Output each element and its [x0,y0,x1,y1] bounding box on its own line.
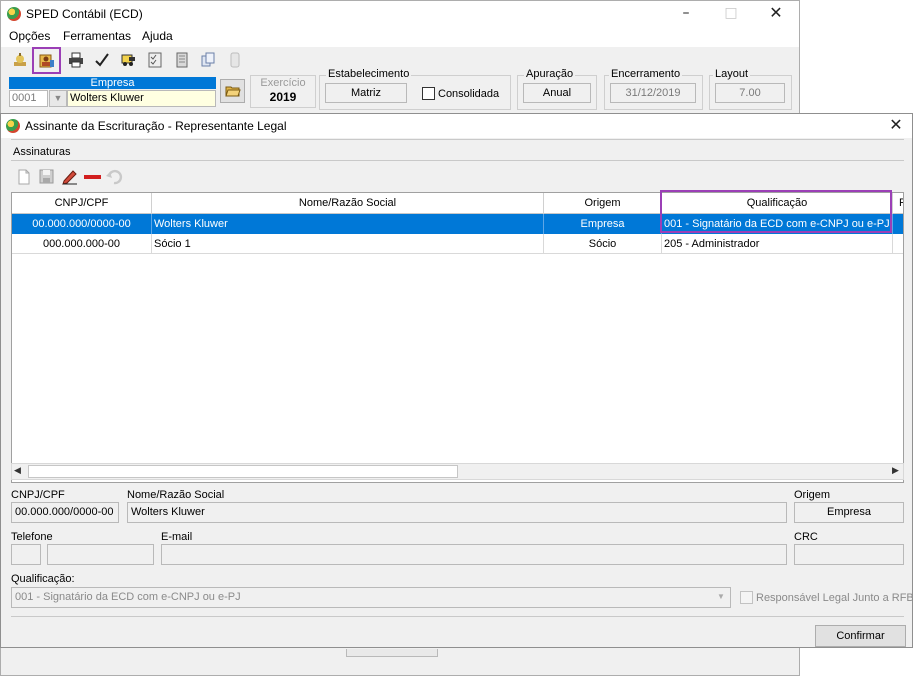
encerramento-field: 31/12/2019 [610,83,696,103]
car-icon[interactable] [117,49,139,71]
qualificacao-label: Qualificação: [11,573,75,585]
email-label: E-mail [161,531,193,543]
empresa-code-field[interactable]: 0001 [9,90,48,107]
dialog-titlebar: Assinante da Escrituração - Representant… [1,114,912,138]
responsavel-checkbox[interactable] [740,591,753,604]
app-logo-icon [7,7,21,21]
dialog-logo-icon [6,119,20,133]
col-r-header[interactable]: R [893,193,903,214]
save-icon[interactable] [39,169,54,184]
menu-ferramentas[interactable]: Ferramentas [63,29,131,43]
edit-pencil-icon[interactable] [61,168,79,185]
section-separator [11,160,904,161]
telefone-ddd-field[interactable] [11,544,41,565]
empresa-name-field[interactable]: Wolters Kluwer [67,90,216,107]
row-nome: Sócio 1 [152,234,544,254]
assinaturas-section-label: Assinaturas [13,146,71,158]
exercicio-label: Exercício [260,77,306,89]
qualificacao-highlight-box [660,190,892,233]
grid-horizontal-scrollbar[interactable]: ◀ ▶ [11,463,904,480]
bottom-separator [11,616,904,617]
row-origem: Empresa [544,214,662,234]
crc-label: CRC [794,531,818,543]
dialog-close-icon[interactable]: ✕ [887,117,905,133]
exercicio-value: 2019 [269,90,297,104]
col-cnpj-header[interactable]: CNPJ/CPF [12,193,152,214]
empresa-header: Empresa [9,77,216,89]
estabelecimento-label: Estabelecimento [326,68,412,80]
main-titlebar: SPED Contábil (ECD) – □ ✕ [1,1,799,27]
table-row[interactable]: 000.000.000-00 Sócio 1 Sócio 205 - Admin… [12,234,903,254]
representante-legal-dialog: Assinante da Escrituração - Representant… [0,113,913,648]
layout-field: 7.00 [715,83,785,103]
apuracao-label: Apuração [524,68,576,80]
empresa-dropdown-icon[interactable]: ▼ [49,90,67,107]
dialog-title: Assinante da Escrituração - Representant… [25,119,287,133]
open-folder-button[interactable] [220,79,245,103]
minimize-icon[interactable]: – [677,6,695,20]
signatarios-grid: CNPJ/CPF Nome/Razão Social Origem Qualif… [11,192,904,483]
apuracao-field: Anual [523,83,591,103]
mobile-icon[interactable] [224,49,246,71]
telefone-field[interactable] [47,544,154,565]
maximize-icon[interactable]: □ [722,6,740,20]
menu-opcoes[interactable]: Opções [9,29,50,43]
consolidada-label: Consolidada [438,88,500,100]
book-icon[interactable] [171,49,193,71]
checklist-icon[interactable] [144,49,166,71]
scroll-right-icon[interactable]: ▶ [892,465,899,476]
remove-icon[interactable] [84,175,101,179]
open-folder-icon [224,86,241,97]
print-icon[interactable] [65,49,87,71]
origem-label: Origem [794,489,831,501]
copy-icon[interactable] [197,49,219,71]
row-nome: Wolters Kluwer [152,214,544,234]
nome-label: Nome/Razão Social [127,489,225,501]
background-button [346,649,438,657]
estabelecimento-field: Matriz [325,83,407,103]
row-cnpj: 000.000.000-00 [12,234,152,254]
col-origem-header[interactable]: Origem [544,193,662,214]
layout-label: Layout [713,68,751,80]
top-separator [11,139,904,140]
close-icon[interactable]: ✕ [767,5,785,21]
scrollbar-thumb[interactable] [28,465,458,478]
email-field[interactable] [161,544,787,565]
cnpj-label: CNPJ/CPF [11,489,65,501]
nome-field[interactable]: Wolters Kluwer [127,502,787,523]
confirmar-button[interactable]: Confirmar [815,625,906,647]
crc-field[interactable] [794,544,904,565]
new-document-icon[interactable] [17,169,31,185]
row-qualificacao: 205 - Administrador [662,234,893,254]
cnpj-field[interactable]: 00.000.000/0000-00 [11,502,119,523]
row-origem: Sócio [544,234,662,254]
consolidada-checkbox[interactable] [422,87,435,100]
scroll-left-icon[interactable]: ◀ [14,465,21,476]
check-icon[interactable] [91,49,113,71]
qualificacao-select[interactable]: 001 - Signatário da ECD com e-CNPJ ou e-… [11,587,731,608]
telefone-label: Telefone [11,531,53,543]
row-cnpj: 00.000.000/0000-00 [12,214,152,234]
lamp-icon[interactable] [9,49,31,71]
signature-user-icon[interactable] [32,47,61,74]
encerramento-label: Encerramento [609,68,683,80]
undo-icon[interactable] [105,169,123,185]
col-nome-header[interactable]: Nome/Razão Social [152,193,544,214]
responsavel-label: Responsável Legal Junto a RFB [756,592,913,604]
origem-field[interactable]: Empresa [794,502,904,523]
main-window-title: SPED Contábil (ECD) [26,7,143,21]
menu-ajuda[interactable]: Ajuda [142,29,173,43]
qualificacao-chevron-down-icon[interactable]: ▼ [717,592,725,601]
